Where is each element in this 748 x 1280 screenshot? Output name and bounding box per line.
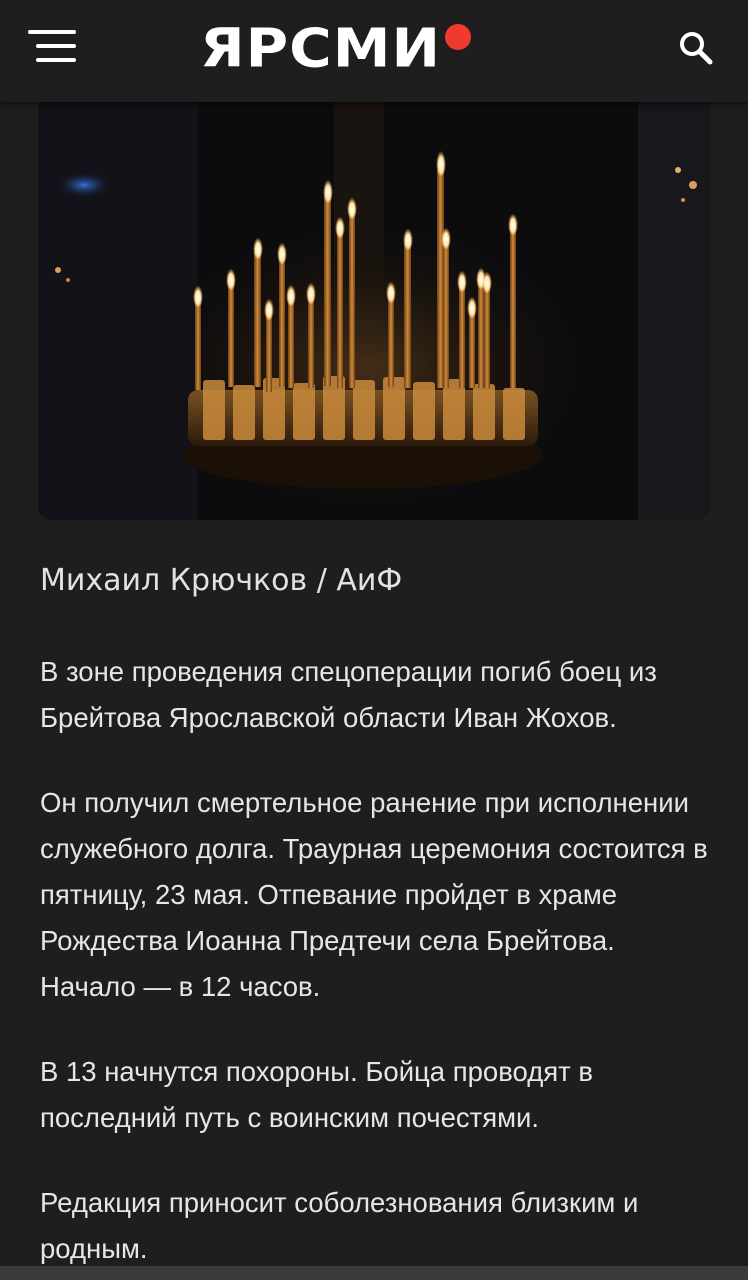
article-paragraph: Он получил смертельное ранение при испол… [40, 787, 708, 1002]
logo-dot [445, 24, 471, 50]
article-paragraph: В зоне проведения спецоперации погиб бое… [40, 656, 657, 733]
article-paragraph: В 13 начнутся похороны. Бойца проводят в… [40, 1056, 593, 1133]
image-caption: Михаил Крючков / АиФ [40, 563, 403, 598]
article-paragraph: Редакция приносит соболезнования близким… [40, 1187, 639, 1264]
menu-line [36, 44, 76, 48]
site-logo[interactable]: ЯРСМИ [200, 16, 471, 80]
search-icon[interactable] [678, 30, 714, 66]
logo-text: ЯРСМИ [200, 16, 441, 80]
menu-line [28, 30, 76, 34]
site-header: ЯРСМИ [0, 0, 748, 102]
hamburger-menu-icon[interactable] [28, 30, 76, 62]
menu-line [36, 58, 76, 62]
bottom-bar [0, 1266, 748, 1280]
